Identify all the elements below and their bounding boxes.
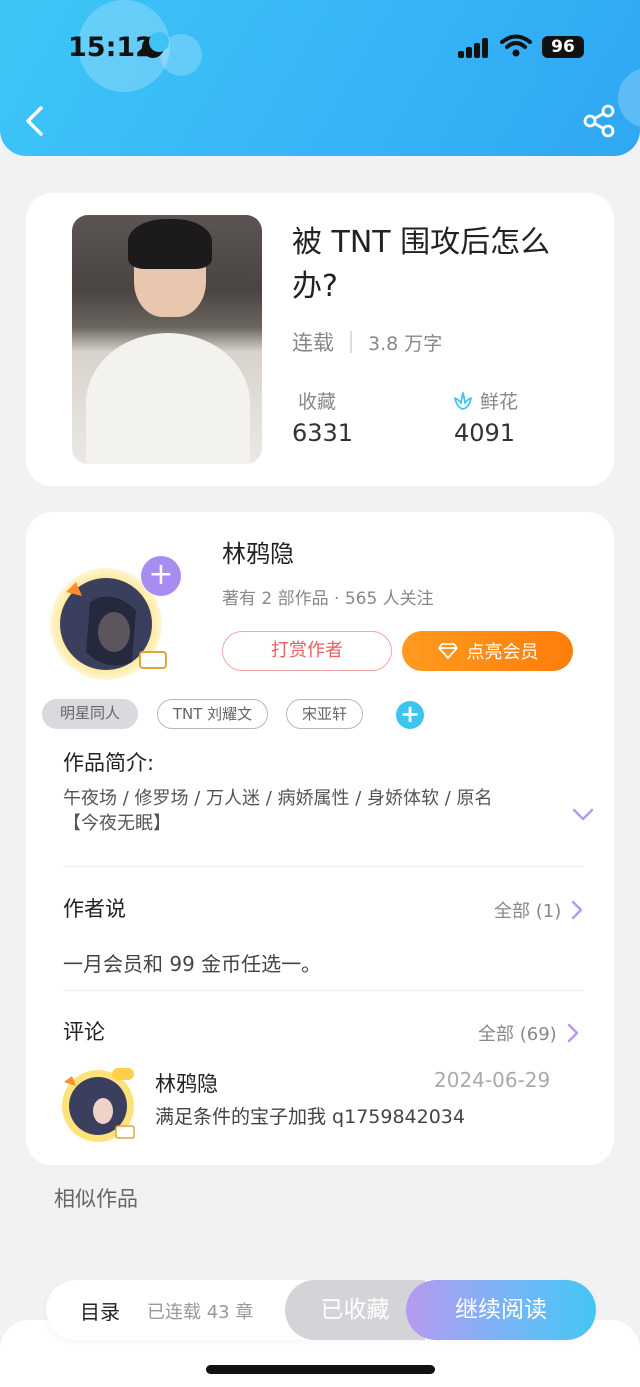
tag-item[interactable]: TNT 刘耀文 (157, 699, 268, 729)
add-tag-button[interactable]: + (396, 701, 424, 729)
comment-text: 满足条件的宝子加我 q1759842034 (155, 1106, 465, 1128)
book-status: 连载 (292, 331, 334, 355)
chevron-right-icon (571, 900, 583, 920)
intro-text: 午夜场 / 修罗场 / 万人迷 / 病娇属性 / 身娇体软 / 原名【今夜无眠】 (63, 788, 493, 834)
author-info: 著有 2 部作品 · 565 人关注 (222, 589, 434, 609)
home-indicator (206, 1365, 435, 1374)
follow-author-button[interactable]: + (141, 556, 181, 596)
vip-label: 点亮会员 (466, 642, 539, 663)
comments-title: 评论 (63, 1020, 105, 1044)
bottom-action-bar: 目录 已连载 43 章 已收藏 继续阅读 (46, 1280, 596, 1340)
author-says-title: 作者说 (63, 897, 126, 921)
section-divider (63, 990, 583, 991)
wifi-icon (500, 34, 532, 57)
collected-button[interactable]: 已收藏 (285, 1280, 425, 1340)
flower-icon (454, 391, 472, 410)
comment-author: 林鸦隐 (155, 1072, 218, 1096)
comments-more-label: 全部 (69) (478, 1024, 557, 1045)
book-cover-image[interactable] (72, 215, 262, 464)
collect-count: 6331 (292, 419, 354, 447)
meta-divider (350, 331, 352, 353)
decor-bubble (618, 68, 640, 128)
author-says-text: 一月会员和 99 金币任选一。 (63, 952, 322, 976)
top-header: 15:12 96 (0, 0, 640, 156)
similar-works-title: 相似作品 (54, 1187, 138, 1211)
moon-icon (142, 32, 169, 58)
comments-more-link[interactable]: 全部 (69) (478, 1020, 579, 1046)
author-says-more-label: 全部 (1) (494, 901, 562, 922)
tag-item[interactable]: 宋亚轩 (286, 699, 363, 729)
author-detail-card: + 林鸦隐 著有 2 部作品 · 565 人关注 打赏作者 点亮会员 明星同人 … (26, 512, 614, 1165)
share-icon[interactable] (582, 104, 618, 138)
back-icon[interactable] (22, 104, 50, 138)
tag-item[interactable]: 明星同人 (42, 699, 138, 729)
book-meta: 连载 3.8 万字 (292, 327, 442, 357)
section-divider (63, 866, 583, 867)
chevron-right-icon (567, 1023, 578, 1043)
tip-author-button[interactable]: 打赏作者 (222, 631, 392, 671)
signal-icon (458, 38, 490, 58)
vip-button[interactable]: 点亮会员 (402, 631, 573, 671)
collect-label: 收藏 (298, 391, 337, 413)
flower-stat[interactable]: 鲜花 (452, 387, 518, 414)
toc-button[interactable]: 目录 (80, 1296, 120, 1325)
flower-count: 4091 (454, 419, 516, 447)
book-title: 被 TNT 围攻后怎么办? (292, 225, 551, 304)
chevron-down-icon[interactable] (572, 808, 594, 822)
flower-label: 鲜花 (480, 391, 519, 413)
book-word-count: 3.8 万字 (368, 332, 443, 355)
book-info-card: 被 TNT 围攻后怎么办? 连载 3.8 万字 收藏 6331 鲜花 4091 (26, 193, 614, 486)
diamond-icon (437, 643, 458, 659)
comment-date: 2024-06-29 (434, 1068, 551, 1092)
author-says-more-link[interactable]: 全部 (1) (494, 897, 583, 923)
continue-reading-button[interactable]: 继续阅读 (406, 1280, 596, 1340)
chapter-count: 已连载 43 章 (147, 1302, 254, 1323)
intro-title: 作品简介: (63, 751, 155, 775)
commenter-avatar[interactable] (58, 1064, 138, 1144)
author-name: 林鸦隐 (222, 540, 294, 568)
battery-indicator: 96 (542, 36, 584, 58)
